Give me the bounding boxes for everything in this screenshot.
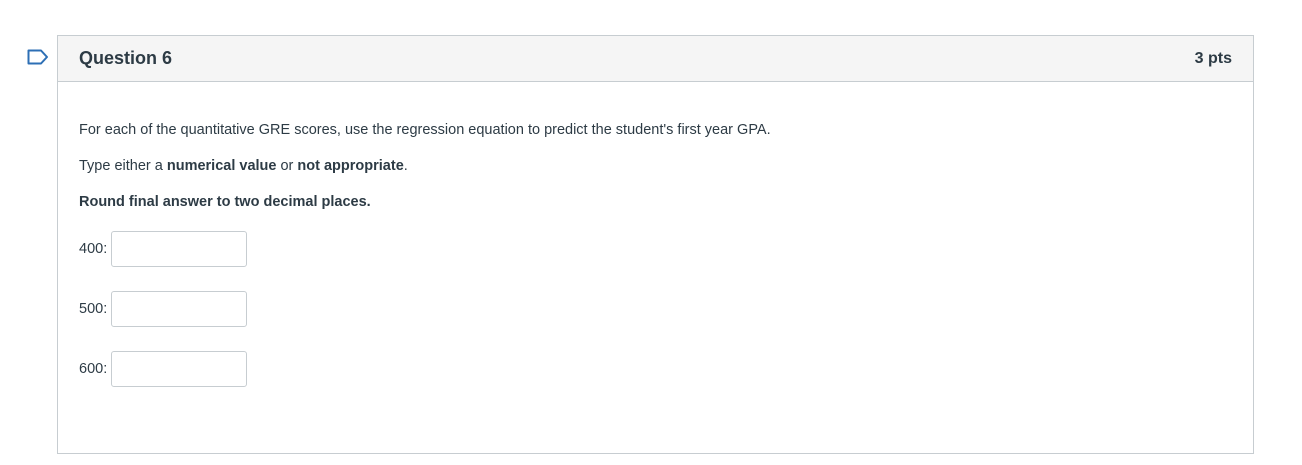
instruction-middle: or xyxy=(276,158,298,174)
answer-label-400: 400: xyxy=(79,241,108,257)
instruction-option-numerical: numerical value xyxy=(166,158,277,174)
question-body: For each of the quantitative GRE scores,… xyxy=(58,82,1253,388)
answer-label-500: 500: xyxy=(79,301,108,317)
rounding-note: Round final answer to two decimal places… xyxy=(79,194,371,210)
answer-row-400: 400: xyxy=(79,230,1232,268)
question-instruction: Type either a numerical value or not app… xyxy=(79,158,1232,174)
answer-input-500[interactable] xyxy=(111,291,248,327)
answer-row-600: 600: xyxy=(79,350,1232,388)
question-title: Question 6 xyxy=(79,48,173,68)
question-card: Question 6 3 pts For each of the quantit… xyxy=(57,35,1254,454)
question-points: 3 pts xyxy=(1194,49,1232,67)
question-header: Question 6 3 pts xyxy=(58,36,1253,82)
question-prompt: For each of the quantitative GRE scores,… xyxy=(79,122,771,138)
bookmark-flag-icon[interactable] xyxy=(27,49,49,65)
answer-input-600[interactable] xyxy=(111,351,248,387)
answer-input-400[interactable] xyxy=(111,231,248,267)
instruction-prefix: Type either a xyxy=(79,158,167,174)
instruction-option-not-appropriate: not appropriate xyxy=(297,158,404,174)
answer-label-600: 600: xyxy=(79,361,108,377)
instruction-suffix: . xyxy=(403,158,408,174)
answer-row-500: 500: xyxy=(79,290,1232,328)
